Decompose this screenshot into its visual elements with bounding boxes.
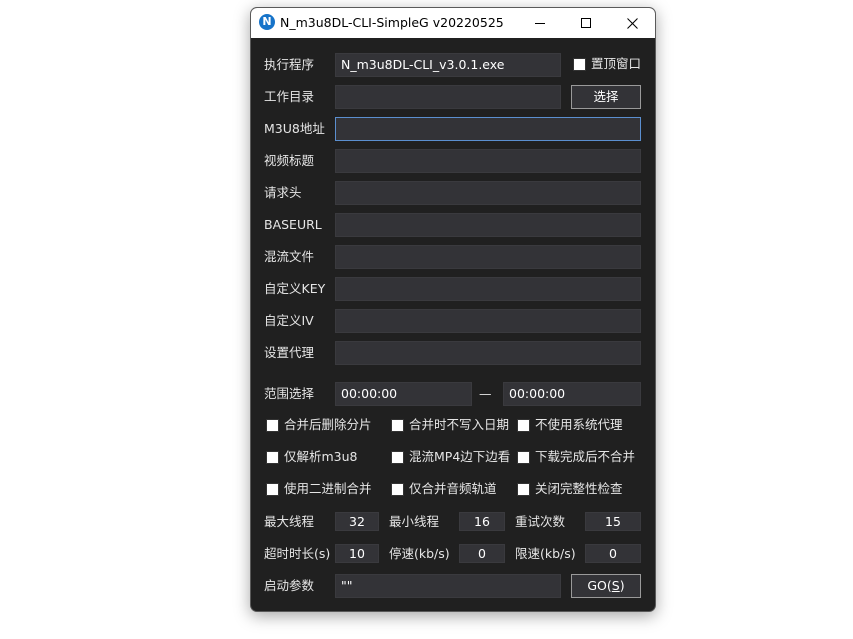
option-checkbox[interactable] <box>391 483 404 496</box>
option-label: 合并时不写入日期 <box>409 417 510 432</box>
workdir-label: 工作目录 <box>264 89 315 104</box>
option-label: 仅解析m3u8 <box>284 449 358 464</box>
option-checkbox[interactable] <box>266 419 279 432</box>
go-button-hotkey: S <box>611 578 620 593</box>
custom-iv-label: 自定义IV <box>264 313 314 328</box>
retry-count-label: 重试次数 <box>515 514 566 529</box>
custom-key-label: 自定义KEY <box>264 281 326 296</box>
option-checkbox[interactable] <box>517 483 530 496</box>
option-checkbox[interactable] <box>517 419 530 432</box>
baseurl-label: BASEURL <box>264 217 322 232</box>
custom-key-input[interactable] <box>335 277 641 301</box>
exe-field[interactable]: N_m3u8DL-CLI_v3.0.1.exe <box>335 53 561 77</box>
headers-label: 请求头 <box>264 185 302 200</box>
option-checkbox[interactable] <box>517 451 530 464</box>
option-checkbox[interactable] <box>391 419 404 432</box>
max-threads-label: 最大线程 <box>264 514 315 529</box>
timeout-label: 超时时长(s) <box>264 546 331 561</box>
option-label: 混流MP4边下边看 <box>409 449 511 464</box>
mux-file-input[interactable] <box>335 245 641 269</box>
option-checkbox[interactable] <box>266 483 279 496</box>
title-bar[interactable]: N N_m3u8DL-CLI-SimpleG v20220525 <box>251 8 655 38</box>
max-threads-input[interactable]: 32 <box>335 512 379 531</box>
option-label: 不使用系统代理 <box>535 417 623 432</box>
min-threads-input[interactable]: 16 <box>459 512 505 531</box>
close-icon <box>626 17 638 29</box>
workdir-field[interactable] <box>335 85 561 109</box>
option-checkbox[interactable] <box>391 451 404 464</box>
option-label: 关闭完整性检查 <box>535 481 623 496</box>
go-button[interactable]: GO(S) <box>571 574 641 598</box>
retry-count-input[interactable]: 15 <box>585 512 641 531</box>
range-end-input[interactable]: 00:00:00 <box>503 382 641 406</box>
topmost-label: 置顶窗口 <box>591 56 642 71</box>
m3u8-label: M3U8地址 <box>264 121 325 136</box>
option-label: 下载完成后不合并 <box>535 449 636 464</box>
choose-dir-button[interactable]: 选择 <box>571 85 641 109</box>
option-checkbox[interactable] <box>266 451 279 464</box>
min-threads-label: 最小线程 <box>389 514 440 529</box>
baseurl-input[interactable] <box>335 213 641 237</box>
stop-speed-label: 停速(kb/s) <box>389 546 450 561</box>
range-label: 范围选择 <box>264 386 315 401</box>
headers-input[interactable] <box>335 181 641 205</box>
limit-speed-label: 限速(kb/s) <box>515 546 576 561</box>
limit-speed-input[interactable]: 0 <box>585 544 641 563</box>
mux-file-label: 混流文件 <box>264 249 315 264</box>
option-label: 使用二进制合并 <box>284 481 372 496</box>
exe-label: 执行程序 <box>264 57 315 72</box>
app-logo-icon: N <box>259 14 275 30</box>
option-label: 仅合并音频轨道 <box>409 481 497 496</box>
proxy-input[interactable] <box>335 341 641 365</box>
m3u8-url-input[interactable] <box>335 117 641 141</box>
app-window: N N_m3u8DL-CLI-SimpleG v20220525 执行程序 N_… <box>250 7 656 612</box>
minimize-icon <box>535 23 545 24</box>
launch-args-input[interactable]: "" <box>335 574 561 598</box>
range-start-input[interactable]: 00:00:00 <box>335 382 472 406</box>
custom-iv-input[interactable] <box>335 309 641 333</box>
go-button-suffix: ) <box>619 578 625 593</box>
go-button-label: GO( <box>587 578 612 593</box>
stop-speed-input[interactable]: 0 <box>459 544 505 563</box>
option-label: 合并后删除分片 <box>284 417 372 432</box>
proxy-label: 设置代理 <box>264 345 315 360</box>
range-separator: — <box>479 386 492 401</box>
timeout-input[interactable]: 10 <box>335 544 379 563</box>
maximize-button[interactable] <box>563 8 609 38</box>
minimize-button[interactable] <box>517 8 563 38</box>
maximize-icon <box>581 18 591 28</box>
topmost-checkbox[interactable] <box>573 58 586 71</box>
close-button[interactable] <box>609 8 655 38</box>
window-title: N_m3u8DL-CLI-SimpleG v20220525 <box>280 15 504 30</box>
launch-args-label: 启动参数 <box>264 578 315 593</box>
video-title-input[interactable] <box>335 149 641 173</box>
video-title-label: 视频标题 <box>264 153 315 168</box>
